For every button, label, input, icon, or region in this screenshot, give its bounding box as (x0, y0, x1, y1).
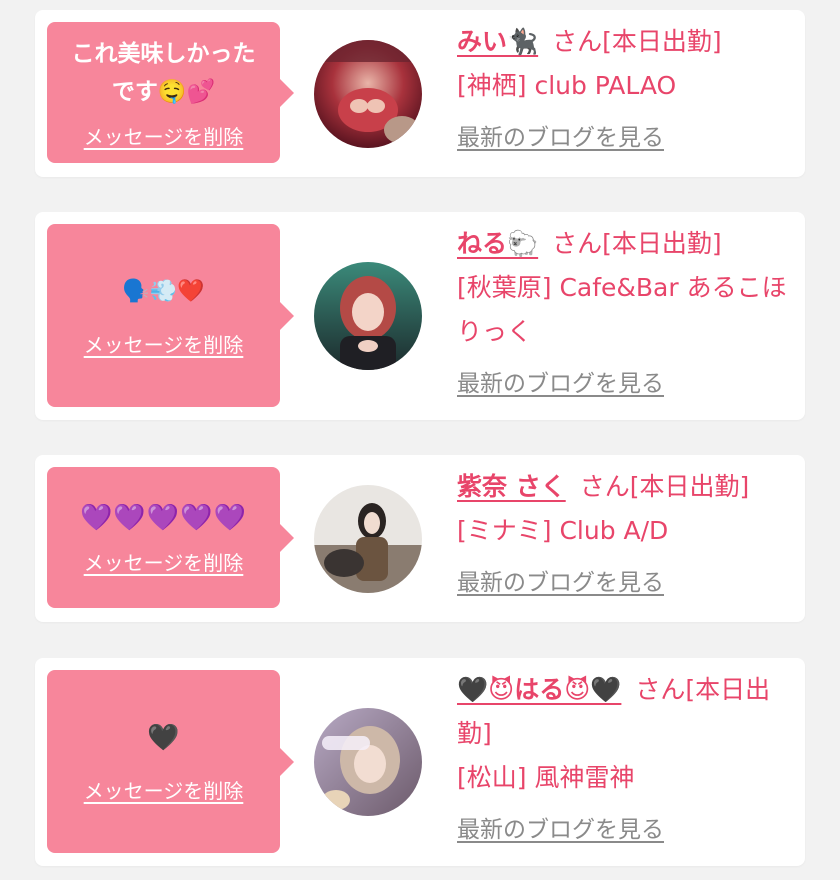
cast-name-line: みい🐈‍⬛ さん[本日出勤] (457, 20, 787, 64)
message-bubble: 💜💜💜💜💜 メッセージを削除 (47, 467, 294, 608)
delete-message-link[interactable]: メッセージを削除 (84, 121, 244, 150)
message-bubble: 🖤 メッセージを削除 (47, 670, 294, 853)
avatar[interactable] (314, 708, 422, 816)
cast-name-link[interactable]: 紫奈 さく (457, 472, 566, 501)
cast-info: 紫奈 さく さん[本日出勤] [ミナミ] Club A/D 最新のブログを見る (457, 465, 787, 605)
avatar[interactable] (314, 485, 422, 593)
cast-name-link[interactable]: みい🐈‍⬛ (457, 27, 538, 56)
delete-message-link[interactable]: メッセージを削除 (84, 775, 244, 804)
latest-blog-link[interactable]: 最新のブログを見る (457, 362, 664, 406)
cast-info: ねる🐑 さん[本日出勤] [秋葉原] Cafe&Bar あるこほりっく 最新のブロ… (457, 222, 787, 406)
shop-name: [松山] 風神雷神 (457, 763, 635, 792)
cast-status: さん[本日出勤] (552, 27, 722, 56)
latest-blog-link[interactable]: 最新のブログを見る (457, 116, 664, 160)
shop-name: [神栖] club PALAO (457, 71, 677, 100)
message-bubble: これ美味しかった です🤤💕 メッセージを削除 (47, 22, 294, 163)
message-card: 💜💜💜💜💜 メッセージを削除 紫奈 さく さん[本日出勤] [ミナミ] Club … (35, 455, 805, 622)
message-bubble: 🗣️💨❤️ メッセージを削除 (47, 224, 294, 407)
avatar[interactable] (314, 262, 422, 370)
cast-status: さん[本日出勤] (579, 472, 750, 501)
shop-name: [秋葉原] Cafe&Bar あるこほりっく (457, 273, 787, 346)
message-text: 🗣️💨❤️ (122, 279, 205, 304)
message-card: 🖤 メッセージを削除 🖤😈はる😈🖤 さん[本日出勤] [松山] 風神雷神 最新のブ… (35, 658, 805, 866)
cast-name-link[interactable]: 🖤😈はる😈🖤 (457, 675, 621, 704)
cast-status: さん[本日出勤] (552, 229, 722, 258)
cast-name-link[interactable]: ねる🐑 (457, 229, 538, 258)
message-text: 🖤 (147, 723, 180, 753)
message-text: これ美味しかった です🤤💕 (71, 41, 256, 105)
cast-name-line: 🖤😈はる😈🖤 さん[本日出勤] (457, 668, 787, 756)
cast-name-line: 紫奈 さく さん[本日出勤] (457, 465, 787, 509)
avatar[interactable] (314, 40, 422, 148)
delete-message-link[interactable]: メッセージを削除 (84, 547, 244, 576)
latest-blog-link[interactable]: 最新のブログを見る (457, 561, 664, 605)
message-card: これ美味しかった です🤤💕 メッセージを削除 みい🐈‍⬛ さん[本日出勤] [神栖… (35, 10, 805, 177)
message-text: 💜💜💜💜💜 (80, 503, 247, 533)
latest-blog-link[interactable]: 最新のブログを見る (457, 808, 664, 852)
cast-info: みい🐈‍⬛ さん[本日出勤] [神栖] club PALAO 最新のブログを見る (457, 20, 787, 160)
cast-name-line: ねる🐑 さん[本日出勤] (457, 222, 787, 266)
delete-message-link[interactable]: メッセージを削除 (84, 329, 244, 358)
shop-name: [ミナミ] Club A/D (457, 516, 669, 545)
message-card: 🗣️💨❤️ メッセージを削除 ねる🐑 さん[本日出勤] [秋葉原] Cafe&Ba… (35, 212, 805, 420)
cast-info: 🖤😈はる😈🖤 さん[本日出勤] [松山] 風神雷神 最新のブログを見る (457, 668, 787, 852)
